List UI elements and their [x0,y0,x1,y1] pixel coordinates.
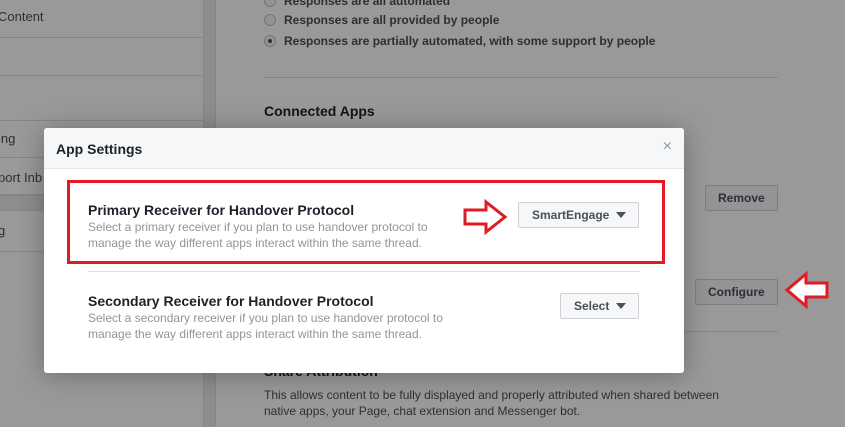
secondary-receiver-title: Secondary Receiver for Handover Protocol [88,293,374,309]
annotation-arrow-left-icon [784,270,829,310]
secondary-receiver-description: Select a secondary receiver if you plan … [88,311,443,341]
dialog-divider [88,271,640,272]
dialog-header: App Settings × [44,128,684,169]
select-value: Select [574,299,610,313]
close-icon[interactable]: × [663,138,672,156]
dialog-title: App Settings [56,141,143,157]
annotation-highlight-box [67,180,665,264]
caret-down-icon [616,303,627,309]
annotation-arrow-right-icon [463,198,508,236]
secondary-receiver-select[interactable]: Select [560,293,640,319]
